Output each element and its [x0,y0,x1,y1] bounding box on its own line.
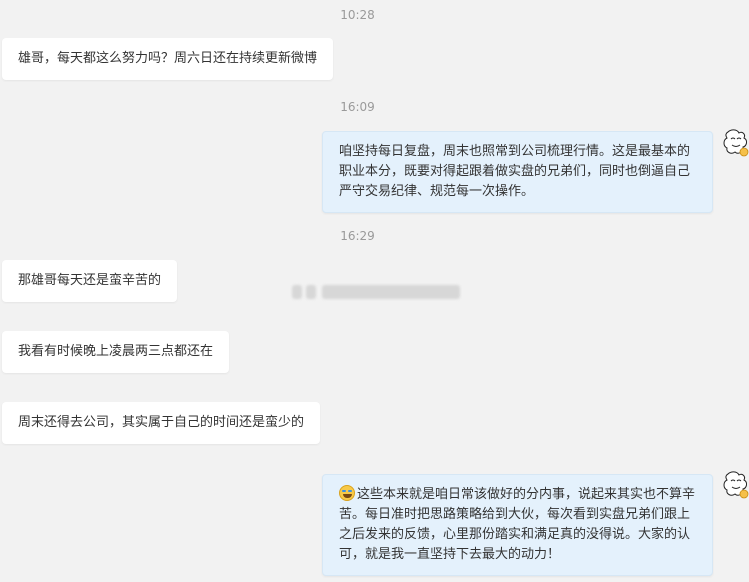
timestamp: 16:09 [340,100,375,114]
outgoing-message[interactable]: 这些本来就是咱日常该做好的分内事，说起来其实也不算辛苦。每日准时把思路策略给到大… [322,474,713,576]
laughing-tears-emoji-icon [339,485,355,501]
incoming-message[interactable]: 周末还得去公司，其实属于自己的时间还是蛮少的 [2,402,321,444]
message-text: 这些本来就是咱日常该做好的分内事，说起来其实也不算辛苦。每日准时把思路策略给到大… [339,487,696,562]
incoming-message[interactable]: 雄哥，每天都这么努力吗？周六日还在持续更新微博 [2,38,334,80]
timestamp: 10:28 [340,8,375,22]
redacted-text [292,283,460,301]
message-text: 周末还得去公司，其实属于自己的时间还是蛮少的 [18,415,305,430]
message-text: 咱坚持每日复盘，周末也照常到公司梳理行情。这是最基本的职业本分，既要对得起跟着做… [339,144,691,199]
message-text: 我看有时候晚上凌晨两三点都还在 [18,344,214,359]
avatar-icon[interactable] [722,470,749,502]
chat-window: 10:28 雄哥，每天都这么努力吗？周六日还在持续更新微博 16:09 咱坚持每… [0,0,749,582]
incoming-message[interactable]: 那雄哥每天还是蛮辛苦的 [2,260,178,302]
incoming-message[interactable]: 我看有时候晚上凌晨两三点都还在 [2,331,230,373]
message-text: 雄哥，每天都这么努力吗？周六日还在持续更新微博 [18,51,318,66]
avatar-icon[interactable] [722,128,749,160]
timestamp: 16:29 [340,229,375,243]
outgoing-message[interactable]: 咱坚持每日复盘，周末也照常到公司梳理行情。这是最基本的职业本分，既要对得起跟着做… [322,131,713,213]
message-text: 那雄哥每天还是蛮辛苦的 [18,273,162,288]
